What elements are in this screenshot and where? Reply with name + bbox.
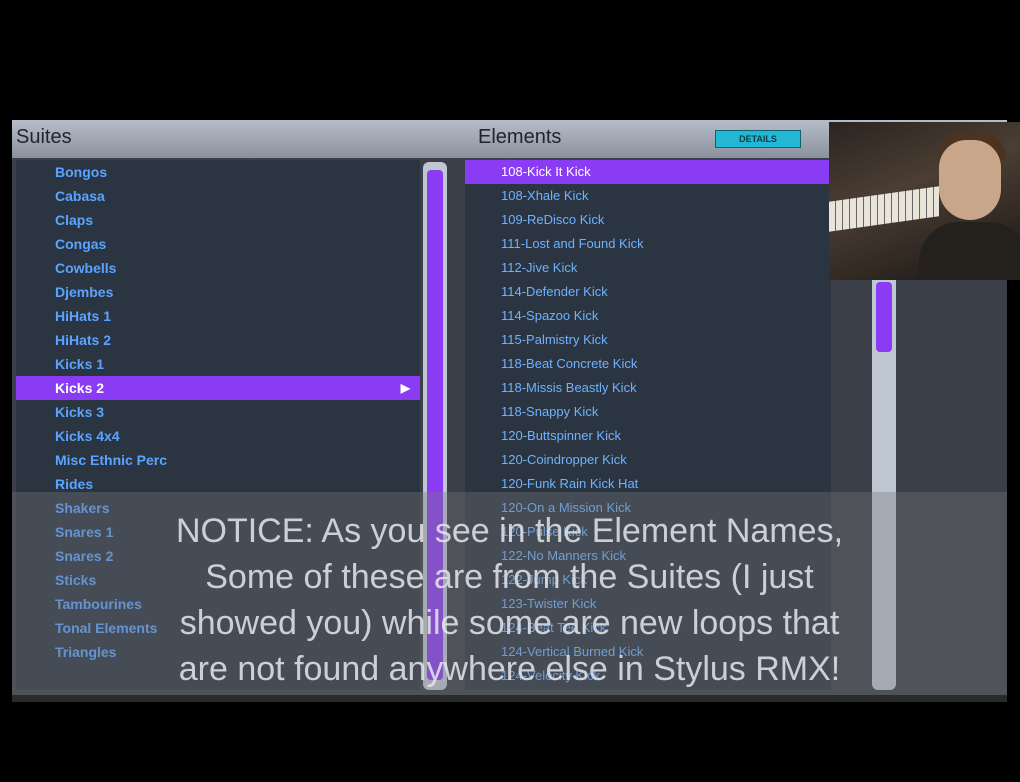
suite-item[interactable]: HiHats 1 [16,304,420,328]
suite-item[interactable]: Kicks 1 [16,352,420,376]
element-item[interactable]: 115-Palmistry Kick [465,328,831,352]
suite-item-label: Kicks 2 [55,380,105,396]
suites-header-title: Suites [16,126,72,148]
element-item[interactable]: 120-Buttspinner Kick [465,424,831,448]
element-item[interactable]: 109-ReDisco Kick [465,208,831,232]
elements-header-title: Elements [478,126,562,148]
suite-item[interactable]: Kicks 2 ▶ [16,376,420,400]
suite-item-label: Kicks 1 [55,356,105,372]
caption-line-2: Some of these are from the Suites (I jus… [205,558,814,596]
suite-item[interactable]: Misc Ethnic Perc [16,448,420,472]
element-item[interactable]: 118-Missis Beastly Kick [465,376,831,400]
element-item[interactable]: 114-Defender Kick [465,280,831,304]
suite-item[interactable]: Bongos [16,160,420,184]
caption-line-1: NOTICE: As you see in the Element Names, [175,512,844,550]
caption-line-3: showed you) while some are new loops tha… [179,604,840,642]
suite-item-label: Kicks 4x4 [55,428,120,444]
suite-item-label: HiHats 2 [55,332,112,348]
presenter-face [939,140,1001,220]
element-item[interactable]: 108-Kick It Kick [465,160,831,184]
suite-item-label: Misc Ethnic Perc [55,452,168,468]
webcam-overlay [829,122,1020,280]
element-item[interactable]: 118-Beat Concrete Kick [465,352,831,376]
suite-item[interactable]: Claps [16,208,420,232]
suite-item[interactable]: Cowbells [16,256,420,280]
suite-item-label: Cowbells [55,260,117,276]
element-item[interactable]: 111-Lost and Found Kick [465,232,831,256]
element-item[interactable]: 120-Coindropper Kick [465,448,831,472]
keyboard-image [829,186,939,232]
suite-item-label: HiHats 1 [55,308,112,324]
element-item[interactable]: 112-Jive Kick [465,256,831,280]
element-item[interactable]: 118-Snappy Kick [465,400,831,424]
suite-item-label: Bongos [55,164,108,180]
suite-item-label: Claps [55,212,94,228]
suite-item-label: Djembes [55,284,114,300]
element-item[interactable]: 114-Spazoo Kick [465,304,831,328]
suite-item[interactable]: Congas [16,232,420,256]
suite-item[interactable]: HiHats 2 [16,328,420,352]
suite-item[interactable]: Cabasa [16,184,420,208]
suite-item[interactable]: Djembes [16,280,420,304]
suite-item[interactable]: Kicks 3 [16,400,420,424]
suite-item-label: Kicks 3 [55,404,105,420]
suite-item-label: Rides [55,476,94,492]
suite-item[interactable]: Kicks 4x4 [16,424,420,448]
details-badge[interactable]: DETAILS [715,130,801,148]
suite-item-label: Cabasa [55,188,105,204]
element-item[interactable]: 108-Xhale Kick [465,184,831,208]
caption-line-4: are not found anywhere else in Stylus RM… [178,650,841,688]
presenter-shirt [919,222,1020,280]
elements-scrollbar-thumb[interactable] [876,282,892,352]
suite-item-label: Congas [55,236,107,252]
notice-caption: NOTICE: As you see in the Element Names,… [12,492,1007,702]
expand-arrow-icon: ▶ [400,381,410,395]
